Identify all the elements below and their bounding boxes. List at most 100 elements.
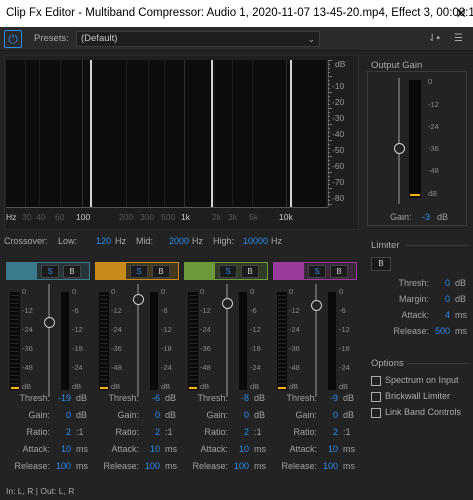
band-input-scale-label: -48 xyxy=(22,363,33,372)
band-threshold-slider-knob[interactable] xyxy=(311,300,322,311)
limiter-thresh-value[interactable]: 0 xyxy=(445,278,450,288)
band-gain-value[interactable]: 0 xyxy=(333,410,338,420)
band-release-value[interactable]: 100 xyxy=(234,461,249,471)
band-gain-unit: dB xyxy=(343,410,355,420)
option-brickwall-limiter[interactable]: Brickwall Limiter xyxy=(371,391,471,403)
crossover-mid-line[interactable] xyxy=(211,60,213,207)
band-solo-button[interactable]: S xyxy=(130,265,148,278)
band-thresh-value[interactable]: -19 xyxy=(58,393,71,403)
band-thresh-value[interactable]: -8 xyxy=(241,393,249,403)
ruler-tick xyxy=(328,108,332,109)
band-gain-value[interactable]: 0 xyxy=(155,410,160,420)
band-threshold-slider-knob[interactable] xyxy=(133,294,144,305)
crossover-low-line[interactable] xyxy=(90,60,92,207)
band-ratio-value[interactable]: 2 xyxy=(333,427,338,437)
band-gr-meter xyxy=(61,292,69,390)
band-solo-button[interactable]: S xyxy=(41,265,59,278)
band-threshold-slider-track[interactable] xyxy=(48,284,50,396)
band-thresh-unit: dB xyxy=(165,393,177,403)
limiter-attack-label: Attack: xyxy=(401,310,429,320)
option-link-band-controls[interactable]: Link Band Controls xyxy=(371,407,471,419)
band-gain-value[interactable]: 0 xyxy=(66,410,71,420)
output-gain-scale-label: dB xyxy=(428,189,438,198)
band-threshold-slider-knob[interactable] xyxy=(44,317,55,328)
limiter-thresh-unit: dB xyxy=(455,278,467,288)
crossover-high-value[interactable]: 10000 xyxy=(243,236,268,246)
band-input-scale-label: -48 xyxy=(111,363,122,372)
band-1: S B 0 -12 -24 -36 -48 dB 0 -6 -12 -18 -24 dB Thresh: -1… xyxy=(6,262,90,480)
band-input-meter xyxy=(10,292,20,390)
checkbox[interactable] xyxy=(371,376,381,386)
band-ratio-value[interactable]: 2 xyxy=(66,427,71,437)
band-ratio-label: Ratio: xyxy=(293,427,317,437)
band-input-scale-label: -24 xyxy=(289,325,300,334)
band-release-value[interactable]: 100 xyxy=(323,461,338,471)
band-threshold-slider-knob[interactable] xyxy=(222,298,233,309)
checkbox[interactable] xyxy=(371,392,381,402)
band-ratio-row: Ratio: 2 :1 xyxy=(273,427,357,442)
band-attack-value[interactable]: 10 xyxy=(328,444,338,454)
band-bypass-button[interactable]: B xyxy=(152,265,170,278)
hz-ruler: Hz 30 40 60 100 200 300 500 1k 2k 3k 5k … xyxy=(6,207,328,223)
status-text: In: L, R | Out: L, R xyxy=(6,486,75,496)
band-ratio-value[interactable]: 2 xyxy=(244,427,249,437)
hz-tick-label: 2k xyxy=(212,212,221,222)
crossover-high-line[interactable] xyxy=(290,60,292,207)
limiter-margin-label: Margin: xyxy=(398,294,429,304)
settings-list-icon[interactable]: ☰ xyxy=(454,33,463,44)
band-solo-button[interactable]: S xyxy=(219,265,237,278)
power-button[interactable]: ⏻ xyxy=(4,30,22,48)
band-thresh-row: Thresh: -8 dB xyxy=(184,393,268,408)
band-thresh-value[interactable]: -9 xyxy=(330,393,338,403)
band-attack-value[interactable]: 10 xyxy=(239,444,249,454)
band-ratio-unit: :1 xyxy=(254,427,262,437)
limiter-release-value[interactable]: 500 xyxy=(435,326,450,336)
crossover-mid-value[interactable]: 2000 xyxy=(169,236,189,246)
crossover-low-unit: Hz xyxy=(115,236,126,246)
checkbox[interactable] xyxy=(371,408,381,418)
band-bypass-button[interactable]: B xyxy=(241,265,259,278)
band-solo-button[interactable]: S xyxy=(308,265,326,278)
option-spectrum-on-input[interactable]: Spectrum on Input xyxy=(371,375,471,387)
band-attack-value[interactable]: 10 xyxy=(150,444,160,454)
band-gain-value[interactable]: 0 xyxy=(244,410,249,420)
presets-label: Presets: xyxy=(34,33,69,44)
band-attack-unit: ms xyxy=(165,444,177,454)
output-gain-slider-track[interactable] xyxy=(398,78,400,204)
presets-dropdown[interactable]: (Default) ⌄ xyxy=(76,31,320,47)
output-gain-slider-knob[interactable] xyxy=(394,143,405,154)
band-release-unit: ms xyxy=(76,461,88,471)
option-label: Brickwall Limiter xyxy=(385,391,451,401)
output-gain-scale-label: 0 xyxy=(428,77,433,86)
band-header: SB xyxy=(95,262,179,280)
band-header: SB xyxy=(273,262,357,280)
band-release-value[interactable]: 100 xyxy=(145,461,160,471)
band-gain-label: Gain: xyxy=(28,410,50,420)
output-gain-label: Gain: xyxy=(390,212,412,222)
band-bypass-button[interactable]: B xyxy=(330,265,348,278)
band-ratio-unit: :1 xyxy=(343,427,351,437)
band-color-swatch xyxy=(274,263,304,279)
band-thresh-value[interactable]: -6 xyxy=(152,393,160,403)
output-gain-value[interactable]: -3 xyxy=(422,212,430,222)
crossover-high-label: High: xyxy=(213,236,235,246)
band-bypass-button[interactable]: B xyxy=(63,265,81,278)
limiter-params: Thresh: 0 dB Margin: 0 dB Attack: 4 ms R… xyxy=(367,278,469,348)
band-release-value[interactable]: 100 xyxy=(56,461,71,471)
limiter-bypass-button[interactable]: B xyxy=(371,257,391,271)
limiter-attack-value[interactable]: 4 xyxy=(445,310,450,320)
routing-icon[interactable]: ⇃▪ xyxy=(428,33,440,44)
window-title: Clip Fx Editor - Multiband Compressor: A… xyxy=(6,7,473,19)
limiter-margin-value[interactable]: 0 xyxy=(445,294,450,304)
band-attack-unit: ms xyxy=(76,444,88,454)
band-gr-scale-label: -24 xyxy=(72,363,83,372)
band-ratio-label: Ratio: xyxy=(115,427,139,437)
band-ratio-unit: :1 xyxy=(76,427,84,437)
db-tick-label: -10 xyxy=(332,81,345,91)
crossover-low-value[interactable]: 120 xyxy=(96,236,111,246)
band-gr-scale-label: dB xyxy=(161,382,171,391)
band-attack-value[interactable]: 10 xyxy=(61,444,71,454)
band-ratio-value[interactable]: 2 xyxy=(155,427,160,437)
ruler-tick xyxy=(328,136,330,137)
close-button[interactable]: ✕ xyxy=(455,0,467,27)
